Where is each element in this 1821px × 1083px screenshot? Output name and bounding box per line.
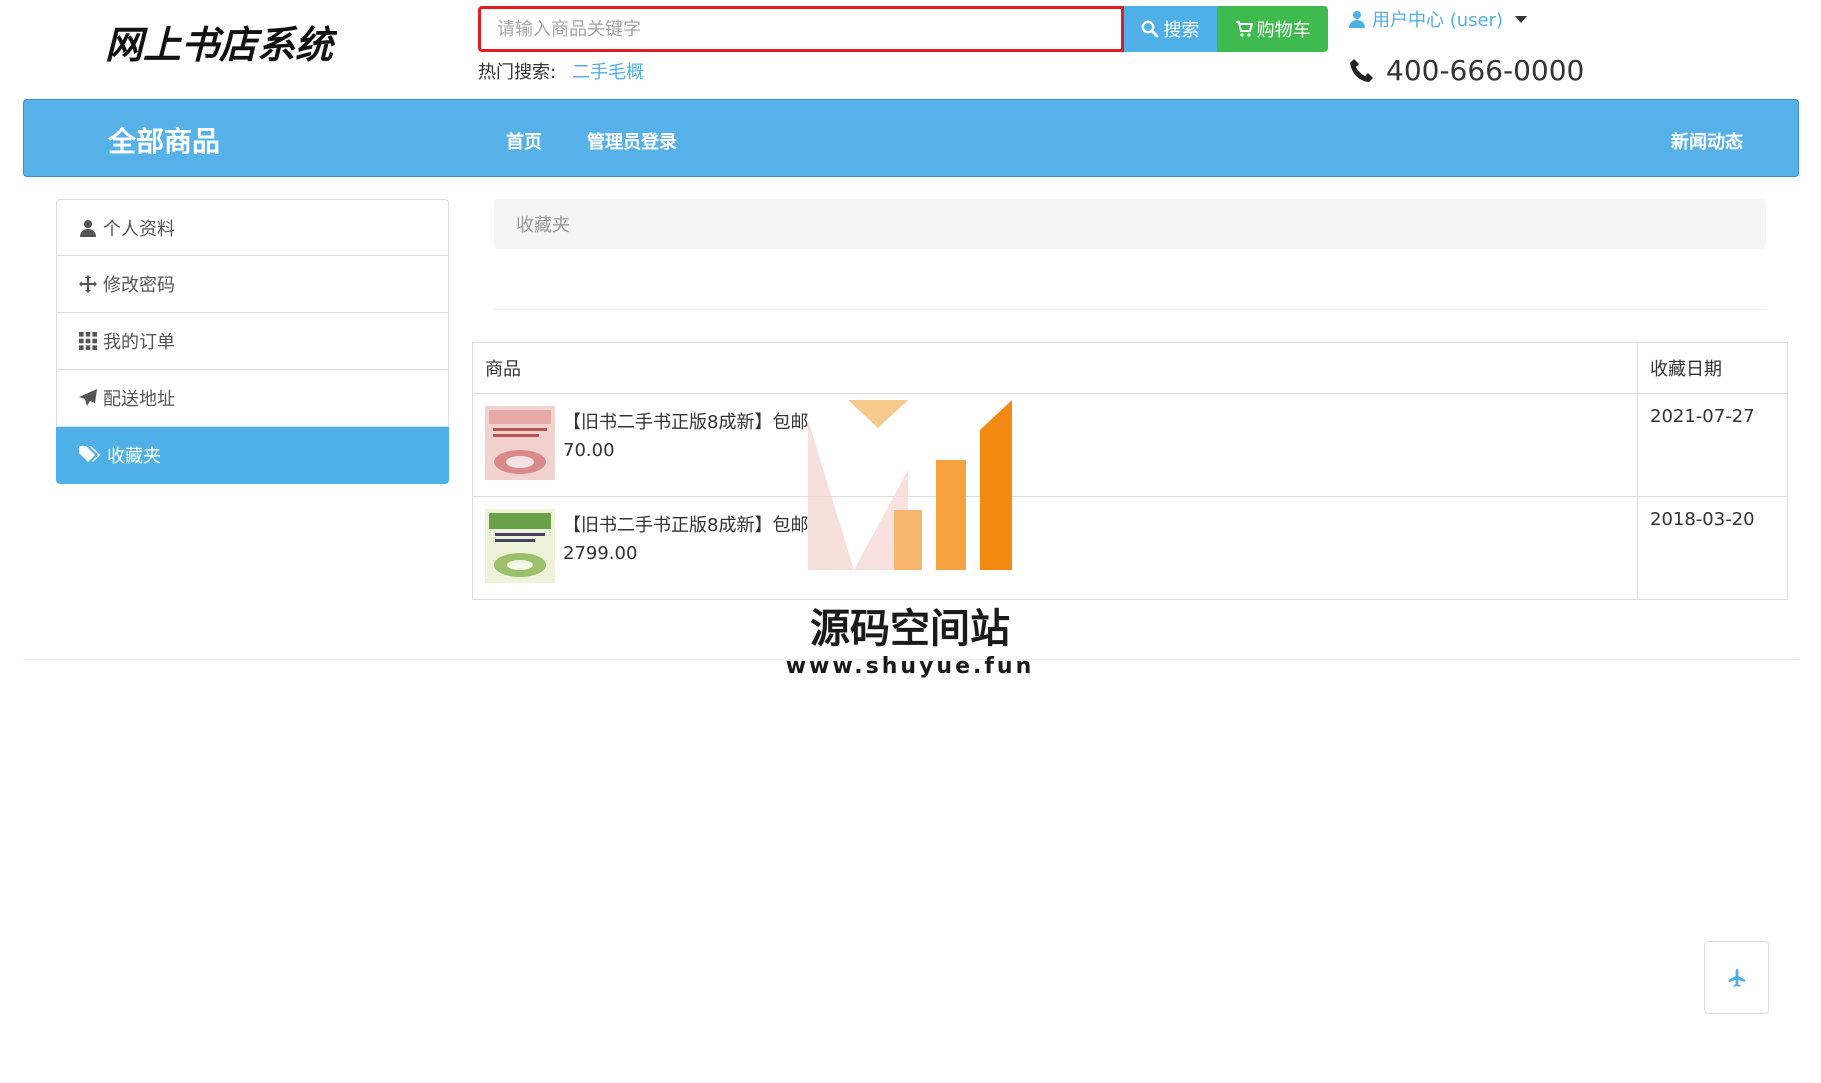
user-sidebar: 个人资料 修改密码 我的订单 配送地址 收藏夹 xyxy=(56,199,449,484)
user-center-label: 用户中心 (user) xyxy=(1372,10,1504,31)
product-price: 70.00 xyxy=(563,440,615,461)
search-input[interactable] xyxy=(478,6,1124,52)
hot-search-label: 热门搜索: xyxy=(478,62,557,83)
sidebar-item-my-orders[interactable]: 我的订单 xyxy=(56,313,449,370)
watermark-title: 源码空间站 xyxy=(810,606,1010,652)
main-navbar: 全部商品 首页 管理员登录 新闻动态 xyxy=(23,99,1799,177)
grid-icon xyxy=(79,332,97,350)
product-price: 2799.00 xyxy=(563,543,638,564)
phone-number: 400-666-0000 xyxy=(1348,54,1584,87)
search-button[interactable]: 搜索 xyxy=(1123,6,1218,52)
favorite-date: 2018-03-20 xyxy=(1637,496,1788,600)
sidebar-item-favorites[interactable]: 收藏夹 xyxy=(56,427,449,484)
move-icon xyxy=(79,275,97,293)
tags-icon xyxy=(79,446,100,462)
search-bar: 搜索 购物车 xyxy=(478,6,1328,52)
airplane-icon xyxy=(1728,968,1745,987)
table-row: 【旧书二手书正版8成新】包邮 70.00 2021-07-27 xyxy=(472,393,1788,497)
watermark-url: www.shuyue.fun xyxy=(785,654,1035,679)
sidebar-item-label: 修改密码 xyxy=(103,275,175,296)
cart-icon xyxy=(1235,21,1253,37)
sidebar-item-label: 我的订单 xyxy=(103,332,175,353)
back-to-top-button[interactable] xyxy=(1704,941,1769,1014)
book-cover-thumbnail[interactable] xyxy=(485,509,555,583)
sidebar-item-delivery-address[interactable]: 配送地址 xyxy=(56,370,449,427)
watermark-logo xyxy=(808,400,1012,570)
column-header-product: 商品 xyxy=(472,342,1638,394)
divider xyxy=(494,309,1766,310)
hot-search-link[interactable]: 二手毛概 xyxy=(572,58,644,84)
product-title-link[interactable]: 【旧书二手书正版8成新】包邮 xyxy=(563,511,808,537)
site-logo[interactable]: 网上书店系统 xyxy=(105,14,339,72)
search-icon xyxy=(1141,20,1159,38)
nav-all-products[interactable]: 全部商品 xyxy=(108,120,220,160)
product-cell: 【旧书二手书正版8成新】包邮 2799.00 xyxy=(472,496,1638,600)
sidebar-item-change-password[interactable]: 修改密码 xyxy=(56,256,449,313)
nav-item-home[interactable]: 首页 xyxy=(506,128,542,154)
product-cell: 【旧书二手书正版8成新】包邮 70.00 xyxy=(472,393,1638,497)
sidebar-item-label: 收藏夹 xyxy=(107,446,161,467)
user-center-dropdown[interactable]: 用户中心 (user) xyxy=(1348,6,1528,32)
phone-text: 400-666-0000 xyxy=(1386,54,1585,87)
caret-down-icon xyxy=(1515,15,1528,23)
product-title-link[interactable]: 【旧书二手书正版8成新】包邮 xyxy=(563,408,808,434)
user-icon xyxy=(80,219,96,237)
cart-button-label: 购物车 xyxy=(1256,20,1311,41)
phone-icon xyxy=(1350,58,1373,82)
user-icon xyxy=(1349,11,1365,28)
favorite-date: 2021-07-27 xyxy=(1637,393,1788,497)
column-header-date: 收藏日期 xyxy=(1637,342,1788,394)
hot-search: 热门搜索: 二手毛概 xyxy=(478,58,644,84)
sidebar-item-label: 配送地址 xyxy=(103,389,175,410)
nav-item-news[interactable]: 新闻动态 xyxy=(1671,128,1743,154)
breadcrumb: 收藏夹 xyxy=(494,199,1766,249)
sidebar-item-profile[interactable]: 个人资料 xyxy=(56,199,449,256)
search-button-label: 搜索 xyxy=(1163,20,1200,41)
table-row: 【旧书二手书正版8成新】包邮 2799.00 2018-03-20 xyxy=(472,496,1788,600)
logo-text: 网上书店系统 xyxy=(105,22,337,67)
breadcrumb-current: 收藏夹 xyxy=(516,215,570,236)
send-icon xyxy=(79,389,97,406)
table-header-row: 商品 收藏日期 xyxy=(472,342,1788,394)
cart-button[interactable]: 购物车 xyxy=(1217,6,1328,52)
nav-item-admin-login[interactable]: 管理员登录 xyxy=(587,128,677,154)
sidebar-item-label: 个人资料 xyxy=(103,218,175,240)
book-cover-thumbnail[interactable] xyxy=(485,406,555,480)
favorites-table: 商品 收藏日期 【旧书二手书正版8成新】包邮 70.00 2021-07-27 … xyxy=(472,342,1788,600)
